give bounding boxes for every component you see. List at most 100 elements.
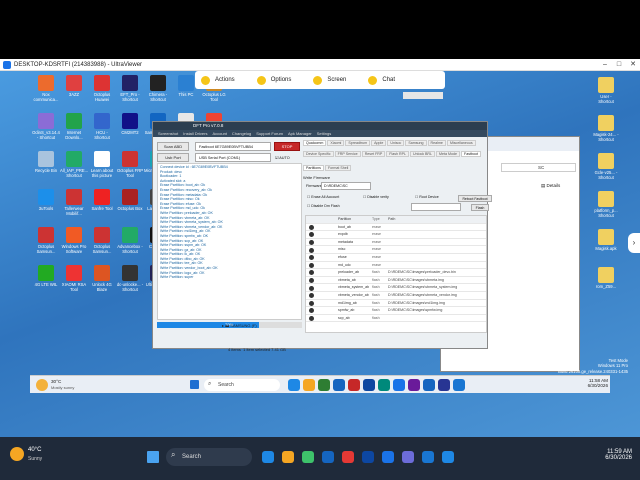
reboot-fastboot-button[interactable]: Reboot Fastboot bbox=[458, 195, 492, 202]
desktop-icon[interactable]: Octoplus Huawei bbox=[88, 75, 116, 103]
row-checkbox[interactable] bbox=[309, 240, 314, 246]
desktop-icon[interactable]: Octoplus Samsun... bbox=[88, 227, 116, 255]
option-disable-dm-flash[interactable]: ☐ Disable Dm Flash bbox=[307, 204, 340, 208]
taskbar-app-icon[interactable] bbox=[422, 451, 434, 463]
remote-clock[interactable]: 11:58 AM 6/30/2026 bbox=[580, 378, 608, 388]
taskbar-app-icon[interactable] bbox=[348, 379, 360, 391]
local-search-box[interactable]: Search bbox=[166, 448, 252, 466]
desktop-icon[interactable]: Advancebox - Shortcut bbox=[116, 227, 144, 255]
taskbar-app-icon[interactable] bbox=[288, 379, 300, 391]
row-checkbox[interactable] bbox=[309, 262, 314, 268]
minimize-icon[interactable]: – bbox=[598, 59, 612, 71]
menu-item[interactable]: Support Forum bbox=[256, 130, 283, 137]
menu-item[interactable]: Screenshot bbox=[158, 130, 178, 137]
desktop-icon[interactable]: OdinS_v3.14.4 - Shortcut bbox=[32, 113, 60, 141]
desktop-icon[interactable]: HCU - Shortcut bbox=[88, 113, 116, 141]
desktop-icon[interactable]: Nox communica... bbox=[32, 75, 60, 103]
table-row[interactable]: misc erase bbox=[306, 246, 486, 254]
scan-adb-button[interactable]: Scan ABD bbox=[157, 142, 189, 151]
taskbar-app-icon[interactable] bbox=[333, 379, 345, 391]
taskbar-app-icon[interactable] bbox=[378, 379, 390, 391]
desktop-icon[interactable]: 3AZZ bbox=[60, 75, 88, 98]
desktop-icon[interactable]: platform_p... Shortcut bbox=[592, 191, 620, 219]
desktop-icon[interactable]: dc-unlocke... - Shortcut bbox=[116, 265, 144, 293]
table-row[interactable]: vbmeta_ab flash D:\RDEMC\SC\images\vbmeta.… bbox=[306, 277, 486, 285]
desktop-icon[interactable]: Magisk.apk bbox=[592, 229, 620, 252]
desktop-icon[interactable]: Internet Downlo... bbox=[60, 113, 88, 141]
brand-tab[interactable]: Unisoc bbox=[387, 140, 405, 146]
taskbar-app-icon[interactable] bbox=[393, 379, 405, 391]
desktop-icon[interactable]: 4G LTE WIL bbox=[32, 265, 60, 288]
desktop-icon[interactable]: Unlock 4G Blaze bbox=[88, 265, 116, 293]
row-checkbox[interactable] bbox=[309, 224, 314, 230]
menu-item[interactable]: Changelog bbox=[232, 130, 251, 137]
desktop-icon[interactable]: Sanfre Tool bbox=[88, 189, 116, 212]
table-row[interactable]: md_udc erase bbox=[306, 262, 486, 270]
desktop-icon[interactable]: Learn about this picture bbox=[88, 151, 116, 179]
taskbar-app-icon[interactable] bbox=[318, 379, 330, 391]
desktop-icon[interactable]: Windows Pro Software bbox=[60, 227, 88, 255]
taskbar-app-icon[interactable] bbox=[303, 379, 315, 391]
function-tab[interactable]: Device Specific bbox=[303, 151, 334, 157]
desktop-icon[interactable]: 3uTools bbox=[32, 189, 60, 212]
function-tab[interactable]: Meta Mode bbox=[436, 151, 461, 157]
taskbar-app-icon[interactable] bbox=[408, 379, 420, 391]
function-tab[interactable]: Fastboot bbox=[461, 151, 481, 157]
taskbar-app-icon[interactable] bbox=[282, 451, 294, 463]
row-checkbox[interactable] bbox=[309, 316, 314, 322]
menu-item[interactable]: Settings bbox=[317, 130, 331, 137]
side-panel-arrow[interactable]: › bbox=[628, 233, 640, 253]
menu-item[interactable]: Apk Manager bbox=[288, 130, 312, 137]
row-checkbox[interactable] bbox=[309, 278, 314, 284]
sub-tab[interactable]: Partitions bbox=[303, 165, 324, 171]
table-row[interactable]: spmfw_ab flash D:\RDEMC\SC\images\spmfw.im… bbox=[306, 307, 486, 315]
explorer-search-input[interactable]: SC bbox=[501, 163, 576, 172]
desktop-icon[interactable]: User - Shortcut bbox=[592, 77, 620, 105]
actions-button[interactable]: Actions bbox=[195, 75, 235, 85]
row-checkbox[interactable] bbox=[309, 285, 314, 291]
desktop-icon[interactable]: Recycle Bin bbox=[32, 151, 60, 174]
row-checkbox[interactable] bbox=[309, 247, 314, 253]
close-icon[interactable]: ✕ bbox=[626, 59, 640, 71]
menu-item[interactable]: Account bbox=[212, 130, 226, 137]
samsung-drive-item[interactable]: ▸ 🖴 SAMSUNG (F) bbox=[222, 323, 342, 331]
desktop-icon[interactable]: EFT_Pro - Shortcut bbox=[116, 75, 144, 103]
table-row[interactable]: vbmeta_vendor_ab flash D:\RDEMC\SC\images\… bbox=[306, 292, 486, 300]
option-disable-verity[interactable]: ☐ Disable verity bbox=[363, 195, 389, 199]
desktop-icon[interactable]: Gcle-v25... - Shortcut bbox=[592, 153, 620, 181]
taskbar-app-icon[interactable] bbox=[453, 379, 465, 391]
screen-button[interactable]: Screen bbox=[307, 75, 346, 85]
remote-start-icon[interactable] bbox=[190, 380, 199, 389]
desktop-icon[interactable]: rom_Z59... bbox=[592, 267, 620, 290]
brand-tab[interactable]: Qualcomm bbox=[303, 140, 327, 146]
brand-tab[interactable]: Spreadtrum bbox=[345, 140, 371, 146]
maximize-icon[interactable]: □ bbox=[612, 59, 626, 71]
desktop-icon[interactable]: Magisk-24... - Shortcut bbox=[592, 115, 620, 143]
flash-button[interactable]: Flash bbox=[471, 204, 489, 211]
details-button[interactable]: ▤ Details bbox=[541, 183, 560, 189]
taskbar-app-icon[interactable] bbox=[322, 451, 334, 463]
slot-select[interactable] bbox=[411, 203, 461, 211]
row-checkbox[interactable] bbox=[309, 255, 314, 261]
taskbar-app-icon[interactable] bbox=[262, 451, 274, 463]
function-tab[interactable]: Reset FRP bbox=[361, 151, 386, 157]
table-row[interactable]: preloader_ab flash D:\RDEMC\SC\images\prel… bbox=[306, 269, 486, 277]
taskbar-app-icon[interactable] bbox=[402, 451, 414, 463]
device-select[interactable]: Fastboot 6E7G89E0BVFTUBB4 bbox=[195, 142, 271, 151]
table-row[interactable]: md1img_ab flash D:\RDEMC\SC\images\md1img.… bbox=[306, 300, 486, 308]
brand-tab[interactable]: Xiaomi bbox=[327, 140, 345, 146]
taskbar-app-icon[interactable] bbox=[442, 451, 454, 463]
desktop-icon[interactable]: CM2MT2 bbox=[116, 113, 144, 136]
row-checkbox[interactable] bbox=[309, 270, 314, 276]
brand-tab[interactable]: Realme bbox=[427, 140, 446, 146]
taskbar-app-icon[interactable] bbox=[342, 451, 354, 463]
desktop-icon[interactable]: Tallerwear Mobilif... bbox=[60, 189, 88, 217]
local-start-icon[interactable] bbox=[147, 451, 159, 463]
table-row[interactable]: efuse erase bbox=[306, 254, 486, 262]
brand-tab[interactable]: Miscellaneous bbox=[446, 140, 476, 146]
row-checkbox[interactable] bbox=[309, 308, 314, 314]
table-row[interactable]: expdb erase bbox=[306, 231, 486, 239]
chat-button[interactable]: Chat bbox=[362, 75, 395, 85]
desktop-icon[interactable]: Octoplus Box bbox=[116, 189, 144, 212]
row-checkbox[interactable] bbox=[309, 300, 314, 306]
